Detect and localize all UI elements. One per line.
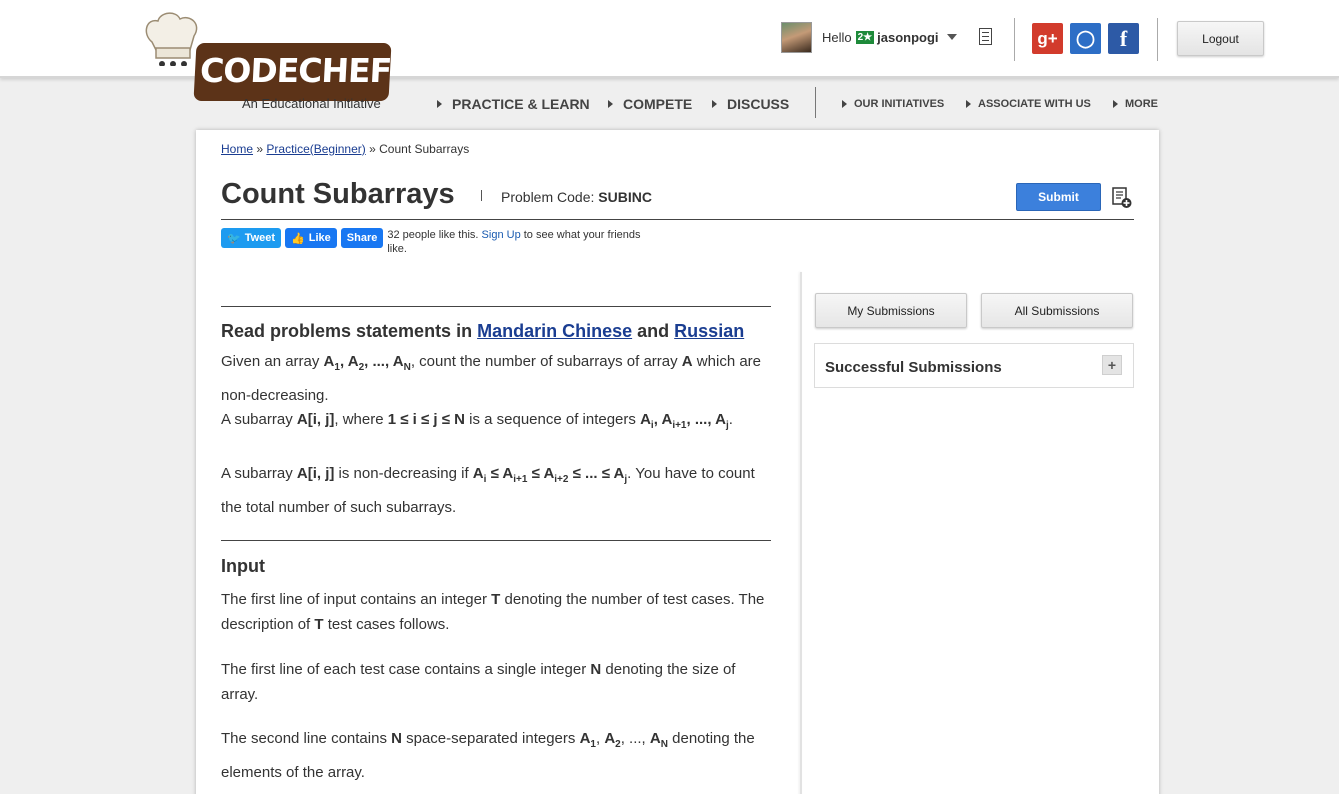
input-paragraph: The first line of input contains an inte… [221, 591, 765, 633]
nav-label: MORE [1125, 98, 1158, 110]
like-count-text: 32 people like this. Sign Up to see what… [387, 228, 647, 256]
column-divider [800, 272, 802, 794]
tweet-label: Tweet [244, 232, 276, 244]
triangle-right-icon [437, 100, 442, 108]
successful-submissions-title: Successful Submissions [825, 359, 1002, 376]
statement-paragraph: A subarray A[i, j], where 1 ≤ i ≤ j ≤ N … [221, 411, 733, 431]
logo-wordmark-bg: CODECHEF [193, 43, 393, 101]
problem-statement: Read problems statements in Mandarin Chi… [221, 306, 771, 794]
my-submissions-button[interactable]: My Submissions [815, 293, 967, 328]
translations-heading: Read problems statements in Mandarin Chi… [221, 321, 771, 342]
nav-label: DISCUSS [727, 96, 790, 112]
input-heading: Input [221, 556, 265, 576]
breadcrumb-practice[interactable]: Practice(Beginner) [266, 142, 365, 156]
triangle-right-icon [966, 100, 971, 108]
triangle-right-icon [712, 100, 717, 108]
submit-button[interactable]: Submit [1016, 183, 1101, 211]
problem-panel: Home » Practice(Beginner) » Count Subarr… [196, 130, 1159, 794]
username[interactable]: jasonpogi [877, 30, 938, 45]
signup-link[interactable]: Sign Up [482, 229, 521, 241]
share-button[interactable]: Share [340, 228, 384, 248]
social-share-row: 🐦 Tweet 👍 Like Share 32 people like this… [221, 228, 647, 256]
problem-code-value: SUBINC [598, 189, 652, 205]
greeting: Hello [822, 29, 852, 45]
breadcrumb-current: Count Subarrays [379, 142, 470, 156]
chevron-down-icon[interactable] [946, 34, 957, 40]
nav-label: PRACTICE & LEARN [452, 96, 590, 112]
translations-and: and [637, 321, 670, 341]
nav-associate-with-us[interactable]: ASSOCIATE WITH US [966, 98, 1091, 110]
russian-link[interactable]: Russian [674, 321, 744, 341]
tweet-button[interactable]: 🐦 Tweet [221, 228, 282, 248]
breadcrumb: Home » Practice(Beginner) » Count Subarr… [221, 142, 469, 156]
like-count: 32 people like this. [387, 229, 479, 241]
add-to-list-icon[interactable] [1112, 187, 1132, 209]
problem-code: Problem Code: SUBINC [501, 189, 652, 205]
nav-label: OUR INITIATIVES [854, 98, 945, 110]
user-menu[interactable]: Hello 2★ jasonpogi [781, 20, 957, 54]
like-button[interactable]: 👍 Like [285, 228, 337, 248]
codechef-logo[interactable]: CODECHEF An Educational Initiative [137, 12, 395, 112]
github-icon[interactable]: ◯ [1070, 23, 1101, 54]
avatar[interactable] [781, 21, 812, 53]
problem-code-label: Problem Code: [501, 189, 595, 205]
expand-icon[interactable]: + [1102, 355, 1122, 375]
divider [481, 190, 482, 201]
logo-tagline: An Educational Initiative [242, 96, 381, 111]
logo-wordmark: CODECHEF [199, 51, 393, 90]
divider [221, 306, 771, 307]
breadcrumb-separator: » [369, 142, 376, 156]
nav-compete[interactable]: COMPETE [608, 96, 692, 112]
breadcrumb-separator: » [256, 142, 264, 156]
divider [1157, 18, 1158, 61]
nav-label: COMPETE [623, 96, 693, 112]
nav-more[interactable]: MORE [1113, 98, 1158, 110]
google-plus-icon[interactable]: g+ [1032, 23, 1063, 54]
all-submissions-button[interactable]: All Submissions [981, 293, 1133, 328]
star-rating-badge: 2★ [855, 30, 875, 44]
nav-practice-learn[interactable]: PRACTICE & LEARN [437, 96, 590, 112]
like-label: Like [308, 232, 331, 244]
thumbs-up-icon: 👍 [291, 232, 305, 245]
nav-label: ASSOCIATE WITH US [978, 98, 1091, 110]
input-paragraph: The first line of each test case contain… [221, 661, 736, 703]
twitter-icon: 🐦 [227, 232, 241, 245]
page-title: Count Subarrays [221, 178, 455, 210]
translations-prefix: Read problems statements in [221, 321, 473, 341]
facebook-icon[interactable]: f [1108, 23, 1139, 54]
notes-icon[interactable] [979, 28, 992, 45]
successful-submissions-panel[interactable]: Successful Submissions + [814, 343, 1134, 388]
logout-button[interactable]: Logout [1177, 21, 1264, 56]
statement-paragraph: Given an array A1, A2, ..., AN, count th… [221, 353, 762, 404]
input-paragraph: The second line contains N space-separat… [221, 730, 755, 781]
divider [1014, 18, 1015, 61]
mandarin-link[interactable]: Mandarin Chinese [477, 321, 632, 341]
statement-paragraph: A subarray A[i, j] is non-decreasing if … [221, 465, 755, 516]
triangle-right-icon [608, 100, 613, 108]
divider [221, 219, 1134, 220]
nav-our-initiatives[interactable]: OUR INITIATIVES [842, 98, 944, 110]
triangle-right-icon [1113, 100, 1118, 108]
nav-discuss[interactable]: DISCUSS [712, 96, 789, 112]
divider [221, 540, 771, 541]
nav-divider [815, 87, 816, 118]
triangle-right-icon [842, 100, 847, 108]
breadcrumb-home[interactable]: Home [221, 142, 253, 156]
